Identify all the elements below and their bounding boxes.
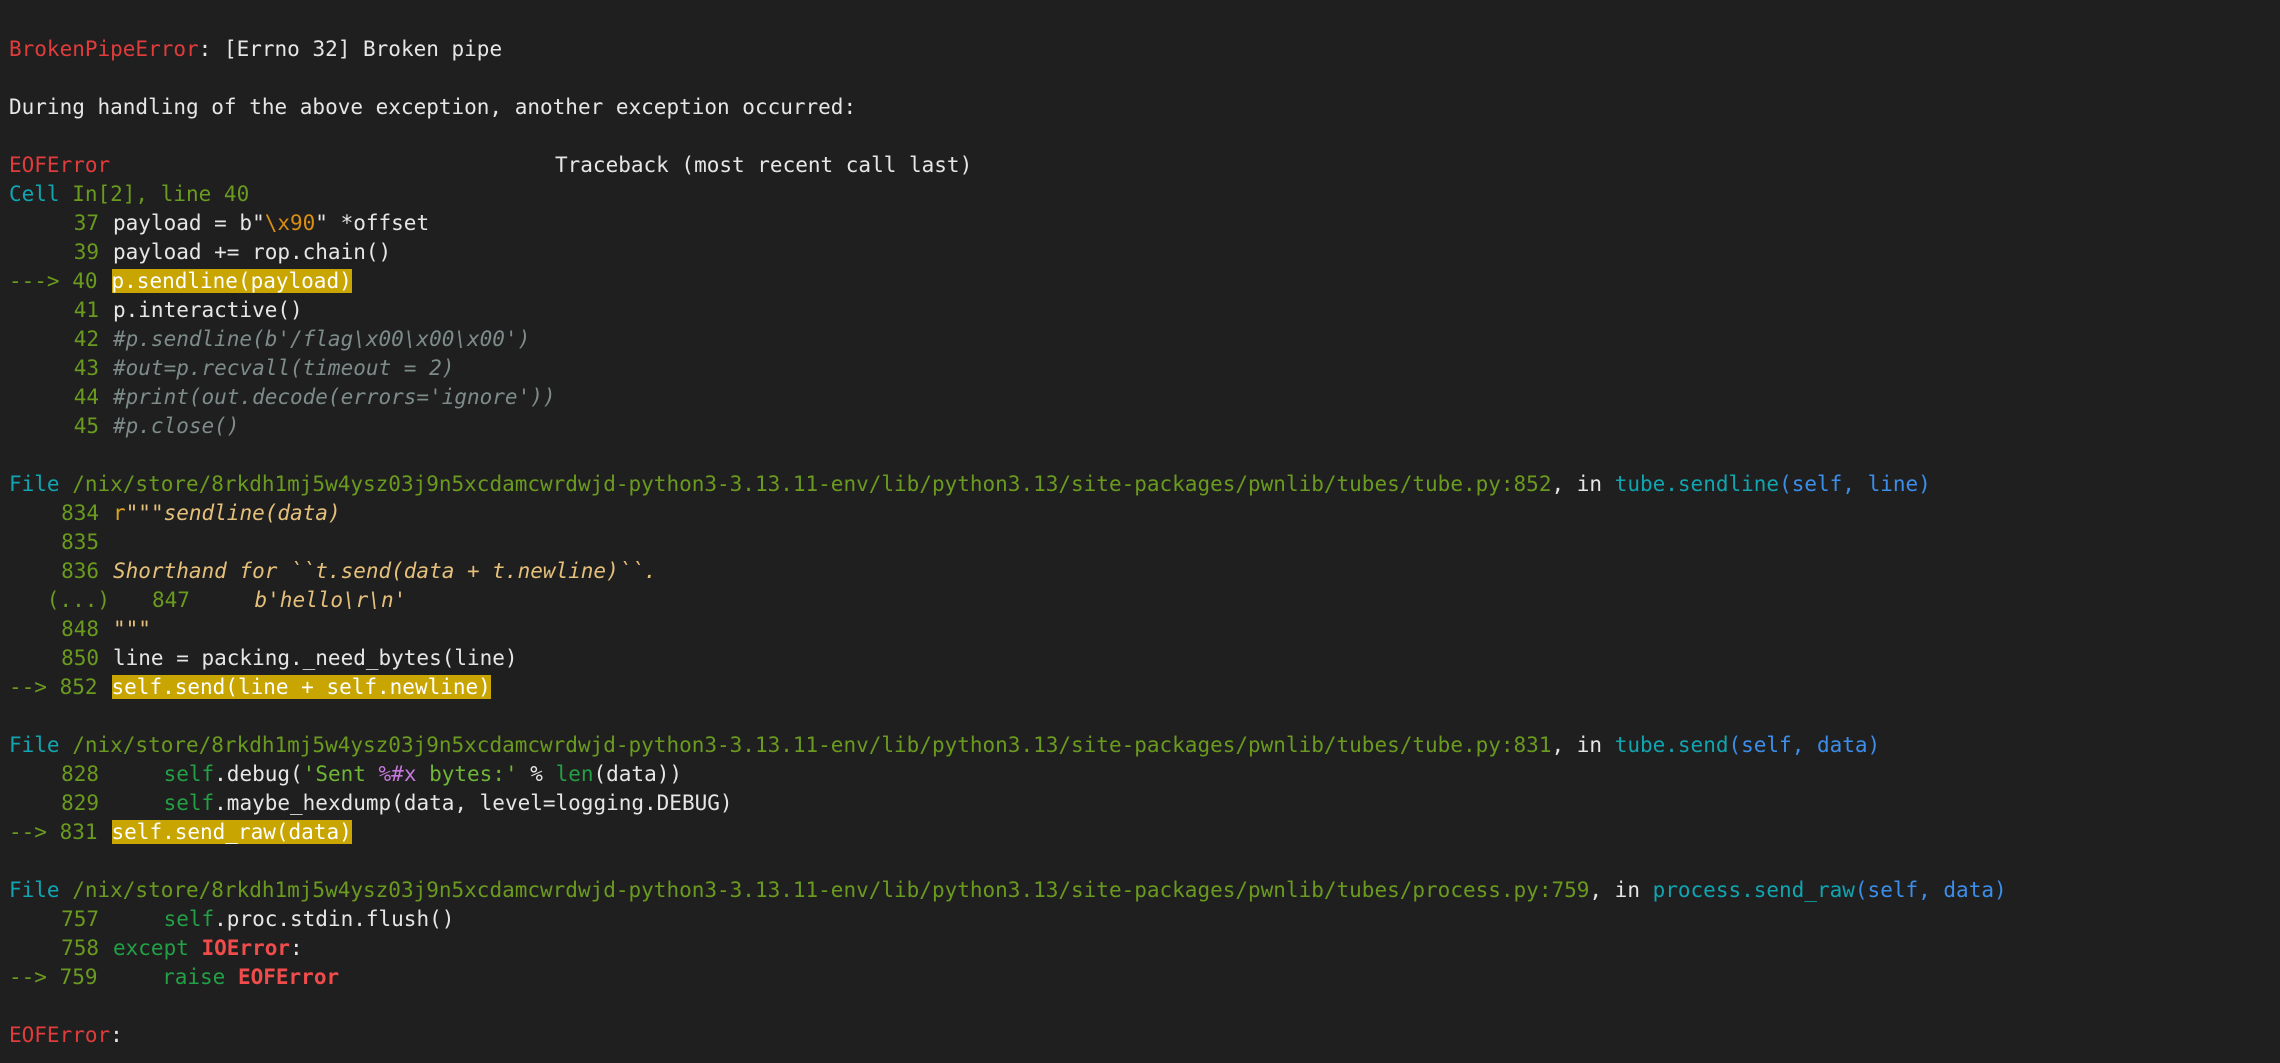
function-args: (self, data) bbox=[1728, 733, 1881, 757]
code-line: 37 payload = b"\x90" *offset bbox=[73, 211, 430, 235]
code-line-elided: (...) 847 b'hello\r\n' bbox=[9, 586, 406, 615]
code-line: 39 payload += rop.chain() bbox=[73, 240, 392, 264]
code-line: 757 self.proc.stdin.flush() bbox=[61, 907, 455, 931]
arrow-marker: --> bbox=[9, 820, 60, 844]
code-line: 834 r"""sendline(data) bbox=[61, 501, 341, 525]
code-line: 836 Shorthand for ``t.send(data + t.newli… bbox=[61, 559, 657, 583]
function-args: (self, line) bbox=[1779, 472, 1931, 496]
error-message: : [Errno 32] Broken pipe bbox=[198, 37, 503, 61]
code-line: 42 #p.sendline(b'/flag\x00\x00\x00') bbox=[73, 327, 531, 351]
code-line-current: ---> 40 p.sendline(payload) bbox=[9, 269, 352, 293]
code-line-current: --> 831 self.send_raw(data) bbox=[9, 820, 352, 844]
error-name: EOFError bbox=[9, 153, 111, 177]
highlighted-code: p.sendline(payload) bbox=[111, 269, 352, 293]
arrow-marker: --> bbox=[9, 675, 60, 699]
code-line: 758 except IOError: bbox=[61, 936, 303, 960]
function-name: process.send_raw bbox=[1652, 878, 1855, 902]
code-line-current: --> 759 raise EOFError bbox=[9, 965, 340, 989]
cell-header: Cell In[2], line 40 bbox=[9, 180, 249, 209]
file-path-link[interactable]: /nix/store/8rkdh1mj5w4ysz03j9n5xcdamcwrd… bbox=[72, 733, 1551, 757]
clipped-previous-line: ^ bbox=[9, 0, 22, 12]
highlighted-code: self.send(line + self.newline) bbox=[111, 675, 491, 699]
eof-error-header: EOFError Traceback (most recent call last… bbox=[9, 151, 972, 180]
cell-label: Cell bbox=[9, 182, 73, 206]
ellipsis-marker: (...) bbox=[46, 588, 110, 612]
code-line: 835 bbox=[61, 530, 99, 554]
frame-header: File /nix/store/8rkdh1mj5w4ysz03j9n5xcda… bbox=[9, 733, 1881, 757]
traceback-label: Traceback (most recent call last) bbox=[555, 153, 973, 177]
code-line: 43 #out=p.recvall(timeout = 2) bbox=[73, 356, 455, 380]
function-args: (self, data) bbox=[1854, 878, 2007, 902]
function-name: tube.send bbox=[1614, 733, 1729, 757]
code-line: 850 line = packing._need_bytes(line) bbox=[61, 646, 518, 670]
during-handling-message: During handling of the above exception, … bbox=[9, 95, 857, 119]
code-line: 45 #p.close() bbox=[73, 414, 240, 438]
arrow-marker: ---> bbox=[9, 269, 73, 293]
arrow-marker: --> bbox=[9, 965, 60, 989]
terminal-output: ^ BrokenPipeError: [Errno 32] Broken pip… bbox=[0, 0, 2280, 1063]
code-line: 829 self.maybe_hexdump(data, level=loggi… bbox=[61, 791, 733, 815]
frame-header: File /nix/store/8rkdh1mj5w4ysz03j9n5xcda… bbox=[9, 472, 1931, 496]
code-line: 828 self.debug('Sent %#x bytes:' % len(d… bbox=[61, 762, 683, 786]
code-line: 848 """ bbox=[61, 617, 151, 641]
function-name: tube.sendline bbox=[1614, 472, 1780, 496]
frame-header: File /nix/store/8rkdh1mj5w4ysz03j9n5xcda… bbox=[9, 878, 2007, 902]
final-error-line: EOFError: bbox=[9, 1023, 123, 1047]
error-name: EOFError bbox=[9, 1023, 111, 1047]
code-line: 44 #print(out.decode(errors='ignore')) bbox=[73, 385, 556, 409]
code-line: 41 p.interactive() bbox=[73, 298, 303, 322]
cell-ref: In[2], line 40 bbox=[72, 182, 250, 206]
highlighted-code: self.send_raw(data) bbox=[111, 820, 352, 844]
file-path-link[interactable]: /nix/store/8rkdh1mj5w4ysz03j9n5xcdamcwrd… bbox=[72, 878, 1589, 902]
error-name: BrokenPipeError bbox=[9, 37, 199, 61]
file-path-link[interactable]: /nix/store/8rkdh1mj5w4ysz03j9n5xcdamcwrd… bbox=[72, 472, 1551, 496]
code-line-current: --> 852 self.send(line + self.newline) bbox=[9, 675, 491, 699]
broken-pipe-error-line: BrokenPipeError: [Errno 32] Broken pipe bbox=[9, 35, 502, 64]
